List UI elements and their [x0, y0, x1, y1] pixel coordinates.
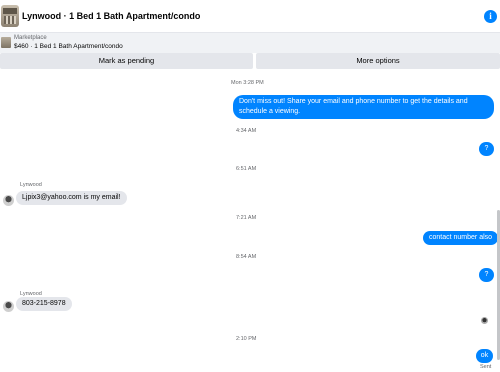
message-outgoing: ?: [479, 142, 494, 156]
timestamp: Mon 3:28 PM: [231, 80, 264, 86]
more-options-button[interactable]: More options: [256, 53, 500, 69]
message-outgoing: ?: [479, 268, 494, 282]
sender-avatar[interactable]: [3, 301, 14, 312]
chat-title[interactable]: Lynwood · 1 Bed 1 Bath Apartment/condo: [22, 11, 200, 21]
timestamp: 8:54 AM: [236, 254, 257, 260]
listing-avatar[interactable]: [1, 5, 19, 27]
listing-source: Marketplace: [14, 35, 47, 41]
listing-bar[interactable]: Marketplace $460 · 1 Bed 1 Bath Apartmen…: [0, 33, 500, 53]
seen-avatar-icon: [481, 317, 488, 324]
sender-avatar[interactable]: [3, 195, 14, 206]
timestamp: 6:51 AM: [236, 166, 257, 172]
message-thread[interactable]: Mon 3:28 PM Don't miss out! Share your e…: [0, 70, 500, 372]
listing-detail: $460 · 1 Bed 1 Bath Apartment/condo: [14, 43, 123, 50]
message-status: Sent: [480, 364, 492, 370]
timestamp: 7:21 AM: [236, 215, 257, 221]
timestamp: 2:10 PM: [236, 336, 257, 342]
message-outgoing: contact number also: [423, 231, 499, 245]
message-outgoing: ok: [476, 349, 493, 363]
message-incoming: Ljpix3@yahoo.com is my email!: [16, 191, 127, 205]
sender-name: Lynwood: [20, 182, 42, 188]
timestamp: 4:34 AM: [236, 128, 257, 134]
message-outgoing: Don't miss out! Share your email and pho…: [233, 95, 494, 119]
message-incoming: 803-215-8978: [16, 297, 72, 311]
listing-thumbnail: [1, 37, 11, 48]
mark-as-pending-button[interactable]: Mark as pending: [0, 53, 253, 69]
info-icon[interactable]: i: [484, 10, 497, 23]
chat-header: Lynwood · 1 Bed 1 Bath Apartment/condo i: [0, 0, 500, 33]
